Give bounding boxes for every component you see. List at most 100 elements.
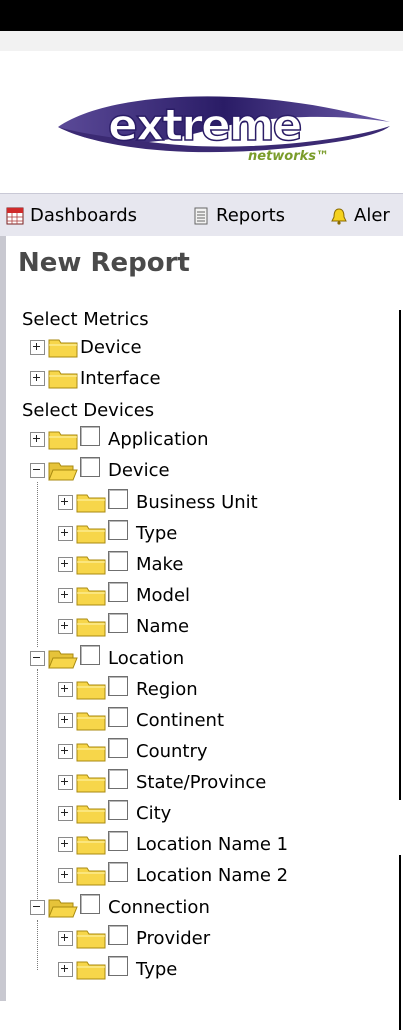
checkbox[interactable] (108, 769, 128, 789)
tree-label: Application (108, 428, 209, 450)
checkbox[interactable] (108, 520, 128, 540)
expand-icon[interactable] (58, 494, 73, 510)
folder-icon (76, 805, 106, 824)
left-border (0, 236, 6, 1001)
expand-icon[interactable] (58, 712, 73, 728)
checkbox[interactable] (108, 707, 128, 727)
checkbox[interactable] (80, 426, 100, 446)
expand-icon[interactable] (58, 556, 73, 572)
expand-icon[interactable] (30, 339, 45, 355)
tree-item-location-name-2[interactable]: Location Name 2 (58, 862, 289, 887)
checkbox[interactable] (108, 925, 128, 945)
checkbox[interactable] (108, 831, 128, 851)
expand-icon[interactable] (58, 681, 73, 697)
select-devices-heading: Select Devices (22, 400, 155, 421)
checkbox[interactable] (108, 582, 128, 602)
tree-label: Continent (136, 709, 224, 731)
top-bar (0, 0, 403, 31)
tree-item-city[interactable]: City (58, 800, 172, 825)
expand-icon[interactable] (58, 774, 73, 790)
collapse-icon[interactable] (30, 650, 45, 666)
calendar-icon (6, 207, 24, 224)
panel-divider (399, 310, 401, 1030)
checkbox[interactable] (108, 489, 128, 509)
expand-icon[interactable] (58, 805, 73, 821)
tree-item-provider[interactable]: Provider (58, 925, 211, 950)
tree-label: Location Name 1 (136, 833, 289, 855)
folder-icon (76, 494, 106, 513)
logo-subtext: networks™ (248, 149, 329, 164)
folder-icon (76, 774, 106, 793)
nav-dashboards[interactable]: Dashboards (6, 205, 137, 226)
tree-label: Location Name 2 (136, 864, 289, 886)
logo-graphic: extreme networks™ (58, 96, 390, 164)
expand-icon[interactable] (58, 836, 73, 852)
tree-connector (37, 920, 39, 970)
checkbox[interactable] (80, 894, 100, 914)
page-title: New Report (18, 248, 190, 278)
tree-item-location[interactable]: Location (30, 645, 184, 670)
tree-label: Type (136, 958, 178, 980)
open-folder-icon (48, 899, 78, 918)
folder-icon (76, 618, 106, 637)
tree-item-location-name-1[interactable]: Location Name 1 (58, 831, 289, 856)
tree-label: Type (136, 522, 178, 544)
nav-reports[interactable]: Reports (192, 205, 285, 226)
nav-alerts[interactable]: Aler (330, 205, 390, 226)
expand-icon[interactable] (30, 370, 45, 386)
folder-icon (48, 339, 78, 358)
tree-item-connection-type[interactable]: Type (58, 956, 178, 981)
tree-item-state-province[interactable]: State/Province (58, 769, 266, 794)
collapse-icon[interactable] (30, 899, 45, 915)
tree-item-model[interactable]: Model (58, 582, 190, 607)
folder-icon (76, 743, 106, 762)
extreme-networks-logo: extreme networks™ (48, 82, 393, 167)
tree-item-type[interactable]: Type (58, 520, 178, 545)
expand-icon[interactable] (58, 618, 73, 634)
tree-item-device[interactable]: Device (30, 457, 170, 482)
expand-icon[interactable] (58, 930, 73, 946)
folder-icon (76, 556, 106, 575)
select-metrics-heading: Select Metrics (22, 309, 149, 330)
expand-icon[interactable] (30, 431, 45, 447)
tree-item-region[interactable]: Region (58, 676, 198, 701)
header-strip (0, 31, 403, 51)
nav-label-reports: Reports (216, 205, 286, 226)
tree-connector (37, 482, 39, 647)
checkbox[interactable] (108, 956, 128, 976)
tree-label: Name (136, 615, 190, 637)
tree-label: City (136, 802, 172, 824)
expand-icon[interactable] (58, 867, 73, 883)
checkbox[interactable] (80, 645, 100, 665)
tree-item-make[interactable]: Make (58, 551, 184, 576)
folder-icon (76, 930, 106, 949)
tree-item-business-unit[interactable]: Business Unit (58, 489, 258, 514)
checkbox[interactable] (108, 613, 128, 633)
tree-label: Make (136, 553, 184, 575)
tree-item-connection[interactable]: Connection (30, 894, 210, 919)
tree-label: Business Unit (136, 491, 258, 513)
tree-connector (37, 669, 39, 899)
tree-item-continent[interactable]: Continent (58, 707, 224, 732)
tree-item-country[interactable]: Country (58, 738, 208, 763)
checkbox[interactable] (108, 676, 128, 696)
tree-label: Connection (108, 896, 210, 918)
tree-item-metric-interface[interactable]: Interface (30, 366, 161, 390)
expand-icon[interactable] (58, 587, 73, 603)
tree-item-metric-device[interactable]: Device (30, 335, 142, 359)
expand-icon[interactable] (58, 525, 73, 541)
collapse-icon[interactable] (30, 462, 45, 478)
tree-item-application[interactable]: Application (30, 426, 209, 451)
checkbox[interactable] (108, 800, 128, 820)
tree-label: Provider (136, 927, 211, 949)
checkbox[interactable] (108, 551, 128, 571)
expand-icon[interactable] (58, 743, 73, 759)
tree-label: Device (108, 459, 170, 481)
folder-icon (76, 867, 106, 886)
expand-icon[interactable] (58, 961, 73, 977)
folder-icon (48, 370, 78, 389)
tree-item-name[interactable]: Name (58, 613, 190, 638)
checkbox[interactable] (108, 862, 128, 882)
checkbox[interactable] (80, 457, 100, 477)
checkbox[interactable] (108, 738, 128, 758)
